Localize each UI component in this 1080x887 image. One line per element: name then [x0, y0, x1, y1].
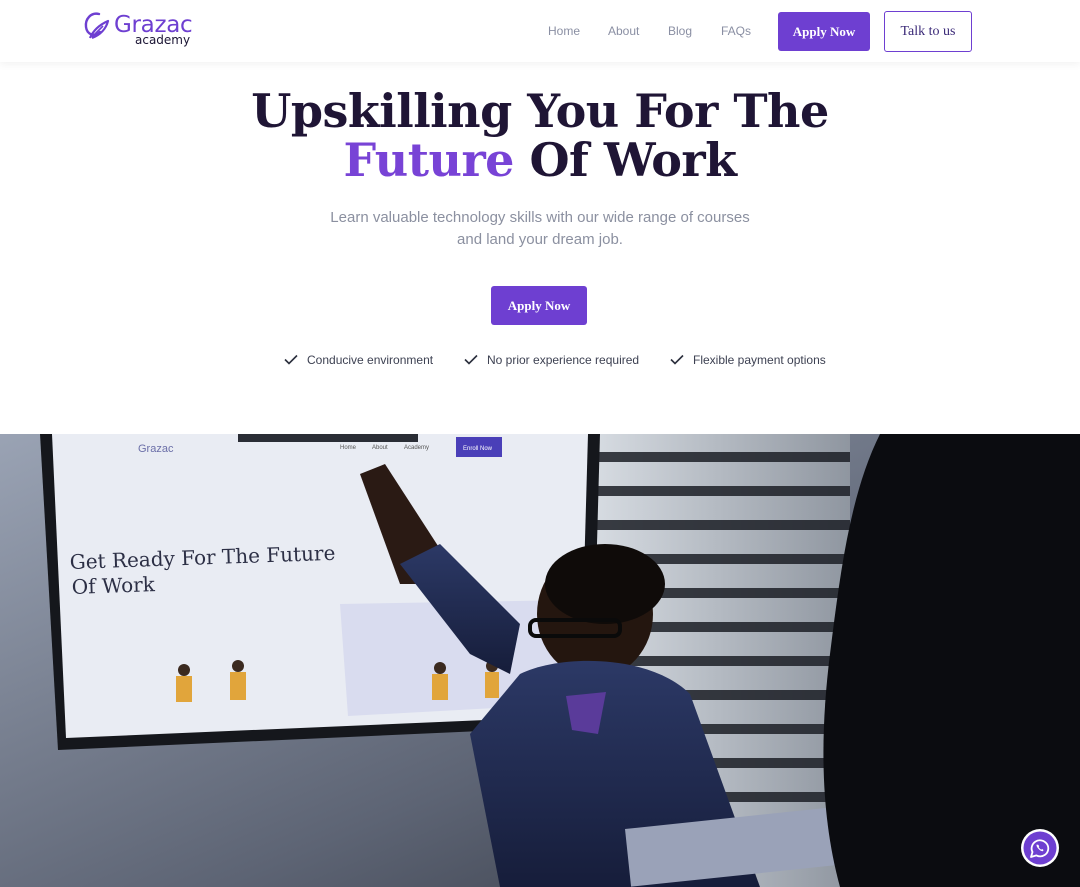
screen-nav-academy: Academy — [404, 445, 429, 451]
navbar: Grazac academy Home About Blog FAQs Appl… — [0, 0, 1080, 62]
hero-subtitle-line2: and land your dream job. — [457, 231, 623, 248]
screen-enroll-button: Enroll Now — [463, 446, 493, 452]
logo-sub-text: academy — [135, 33, 191, 47]
feature-label: No prior experience required — [487, 353, 640, 367]
hero-title-rest: Of Work — [529, 133, 737, 187]
apply-now-button[interactable]: Apply Now — [778, 12, 870, 51]
feature-label: Conducive environment — [307, 353, 434, 367]
nav-link-blog[interactable]: Blog — [668, 23, 692, 39]
nav-link-faqs[interactable]: FAQs — [721, 23, 751, 39]
check-icon — [464, 354, 478, 365]
hero-title-accent: Future — [343, 133, 514, 187]
talk-to-us-button[interactable]: Talk to us — [884, 11, 972, 52]
screen-nav-home: Home — [340, 445, 357, 451]
whatsapp-icon — [1021, 829, 1059, 867]
check-icon — [670, 354, 684, 365]
screen-title-line2: Of Work — [71, 572, 156, 599]
hero-apply-now-button[interactable]: Apply Now — [491, 286, 587, 325]
screen-brand: Grazac — [138, 443, 174, 455]
screen-nav-about: About — [372, 445, 388, 451]
hero-title: Upskilling You For The Future Of Work — [0, 87, 1080, 185]
feature-label: Flexible payment options — [693, 353, 826, 367]
hero-video[interactable]: Grazac Home About Academy Enroll Now Get… — [0, 434, 1080, 887]
check-icon — [284, 354, 298, 365]
hero-subtitle-line1: Learn valuable technology skills with ou… — [330, 209, 750, 226]
video-frame-illustration: Grazac Home About Academy Enroll Now Get… — [0, 434, 1080, 887]
nav-link-home[interactable]: Home — [548, 23, 580, 39]
logo[interactable]: Grazac academy — [83, 10, 193, 50]
hero-subtitle: Learn valuable technology skills with ou… — [0, 207, 1080, 251]
logo-mark-icon — [84, 12, 110, 40]
nav-link-about[interactable]: About — [608, 23, 639, 39]
whatsapp-button[interactable] — [1020, 828, 1060, 868]
hero-title-line1: Upskilling You For The — [251, 84, 829, 138]
